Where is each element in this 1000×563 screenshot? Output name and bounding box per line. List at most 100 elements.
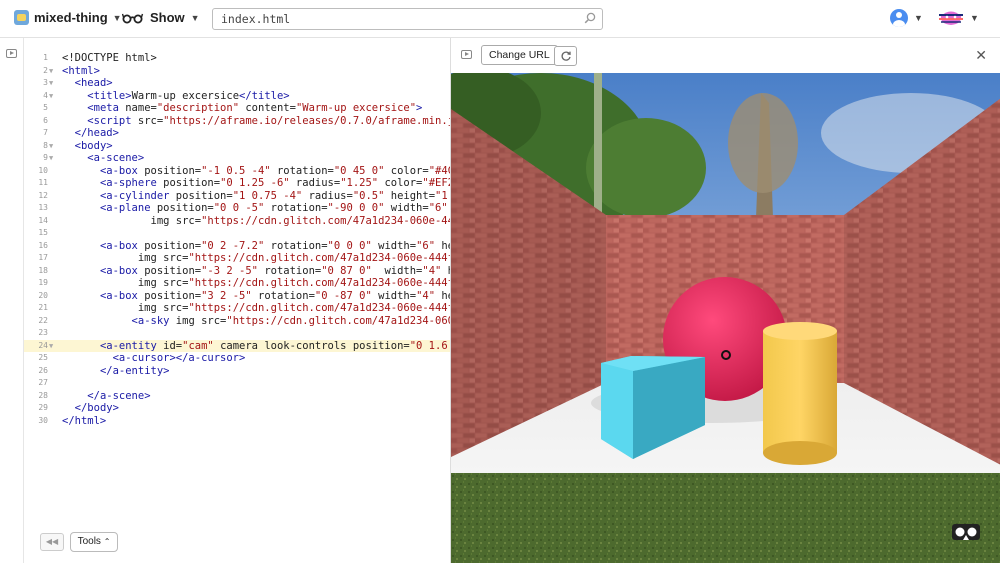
code-token: <a-cylinder bbox=[99, 189, 170, 202]
line-number: 1 bbox=[43, 53, 48, 62]
code-token: "4" bbox=[422, 264, 442, 277]
code-line[interactable]: 25 <a-cursor></a-cursor> bbox=[24, 352, 450, 365]
code-text: </body> bbox=[62, 402, 119, 415]
code-token: <a-entity bbox=[99, 339, 157, 352]
panel-toggle-icon[interactable] bbox=[6, 49, 17, 58]
code-line[interactable]: 26 </a-entity> bbox=[24, 365, 450, 378]
code-token: rotation= bbox=[264, 239, 328, 252]
code-text: <a-entity id="cam" camera look-controls … bbox=[62, 340, 450, 353]
code-text: <a-scene> bbox=[62, 152, 144, 165]
panel-toggle-icon[interactable] bbox=[461, 50, 472, 59]
code-token: <html> bbox=[62, 64, 100, 77]
code-line[interactable]: 6 <script src="https://aframe.io/release… bbox=[24, 115, 450, 128]
tools-button[interactable]: Tools ⌃ bbox=[70, 532, 118, 552]
line-number: 6 bbox=[43, 115, 48, 125]
scene-render bbox=[451, 73, 1000, 563]
close-icon[interactable]: ✕ bbox=[975, 47, 987, 64]
code-token: "0 2 -7.2" bbox=[201, 239, 265, 252]
fold-arrow-icon[interactable]: ▼ bbox=[49, 90, 53, 103]
code-line[interactable]: 10 <a-box position="-1 0.5 -4" rotation=… bbox=[24, 165, 450, 178]
code-token: <script bbox=[87, 114, 132, 127]
code-line[interactable]: 27 bbox=[24, 377, 450, 390]
chevron-up-icon: ⌃ bbox=[103, 537, 111, 546]
code-token: "0 1.25 -6" bbox=[220, 177, 290, 189]
code-line[interactable]: 20 <a-box position="3 2 -5" rotation="0 … bbox=[24, 290, 450, 303]
fold-arrow-icon[interactable]: ▼ bbox=[49, 152, 53, 165]
code-line[interactable]: 3 ▼ <head> bbox=[24, 77, 450, 90]
code-token: img src= bbox=[169, 314, 227, 327]
code-line[interactable]: 24 ▼ <a-entity id="cam" camera look-contr… bbox=[24, 339, 450, 353]
code-line[interactable]: 21 img src="https://cdn.glitch.com/47a1d… bbox=[24, 302, 450, 315]
code-token: </a-scene> bbox=[87, 389, 151, 402]
code-token: "1 0.75 -4" bbox=[232, 189, 303, 202]
code-token: <a-plane bbox=[99, 202, 151, 214]
show-label: Show bbox=[150, 10, 185, 25]
code-line[interactable]: 14 img src="https://cdn.glitch.com/47a1d… bbox=[24, 215, 450, 228]
aframe-scene-view[interactable] bbox=[451, 73, 1000, 563]
code-text: img src="https://cdn.glitch.com/47a1d234… bbox=[62, 252, 450, 265]
user-menu[interactable]: ▼ bbox=[890, 9, 923, 27]
code-token: "6" bbox=[428, 202, 448, 214]
code-line[interactable]: 1 <!DOCTYPE html> bbox=[24, 52, 450, 65]
fold-arrow-icon[interactable]: ▼ bbox=[49, 140, 53, 153]
line-number: 4 bbox=[43, 90, 48, 100]
line-number: 13 bbox=[38, 203, 48, 212]
file-search-value: index.html bbox=[221, 12, 291, 26]
code-line[interactable]: 17 img src="https://cdn.glitch.com/47a1d… bbox=[24, 252, 450, 265]
preview-pane: Change URL ✕ bbox=[450, 38, 1000, 563]
code-token: "https://aframe.io/releases/0.7.0/aframe… bbox=[163, 114, 450, 127]
code-token: img src= bbox=[62, 277, 189, 289]
code-line[interactable]: 7 </head> bbox=[24, 127, 450, 140]
code-token: "0 0 -5" bbox=[213, 202, 265, 214]
line-number: 16 bbox=[38, 240, 48, 250]
project-name: mixed-thing bbox=[34, 10, 108, 25]
code-token: <a-sky bbox=[131, 314, 170, 327]
code-line[interactable]: 13 <a-plane position="0 0 -5" rotation="… bbox=[24, 202, 450, 215]
code-token: "cam" bbox=[182, 339, 214, 352]
code-text: <html> bbox=[62, 65, 100, 78]
change-url-button[interactable]: Change URL bbox=[481, 45, 558, 65]
vr-mode-button[interactable] bbox=[951, 521, 981, 543]
code-line[interactable]: 18 <a-box position="-3 2 -5" rotation="0… bbox=[24, 265, 450, 278]
code-line[interactable]: 9 ▼ <a-scene> bbox=[24, 152, 450, 165]
file-search-input[interactable]: index.html bbox=[212, 8, 603, 30]
refresh-button[interactable] bbox=[554, 46, 577, 66]
line-number: 11 bbox=[38, 178, 48, 187]
code-line[interactable]: 19 img src="https://cdn.glitch.com/47a1d… bbox=[24, 277, 450, 290]
code-line[interactable]: 29 </body> bbox=[24, 402, 450, 415]
fold-arrow-icon[interactable]: ▼ bbox=[49, 340, 53, 353]
code-token: <!DOCTYPE html> bbox=[62, 52, 157, 64]
code-line[interactable]: 30 </html> bbox=[24, 415, 450, 428]
fold-arrow-icon[interactable]: ▼ bbox=[49, 77, 53, 90]
code-line[interactable]: 2 ▼ <html> bbox=[24, 65, 450, 78]
code-line[interactable]: 16 <a-box position="0 2 -7.2" rotation="… bbox=[24, 240, 450, 253]
line-number: 25 bbox=[38, 353, 48, 362]
code-line[interactable]: 23 bbox=[24, 327, 450, 340]
code-token: position= bbox=[150, 202, 214, 214]
code-token: img src= bbox=[62, 214, 202, 227]
code-token: "0 1.6 0" bbox=[409, 339, 448, 352]
code-token: </a-entity> bbox=[99, 364, 170, 377]
line-number: 18 bbox=[38, 265, 48, 275]
code-line[interactable]: 11 <a-sphere position="0 1.25 -6" radius… bbox=[24, 177, 450, 190]
code-line[interactable]: 12 <a-cylinder position="1 0.75 -4" radi… bbox=[24, 190, 450, 203]
code-line[interactable]: 22 <a-sky img src="https://cdn.glitch.co… bbox=[24, 315, 450, 328]
code-line[interactable]: 15 bbox=[24, 227, 450, 240]
code-line[interactable]: 4 ▼ <title>Warm-up excersice</title> bbox=[24, 90, 450, 103]
project-menu[interactable]: mixed-thing ▼ bbox=[14, 10, 122, 25]
code-line[interactable]: 8 ▼ <body> bbox=[24, 140, 450, 153]
code-text: </html> bbox=[62, 415, 106, 428]
rewind-button[interactable]: ◀◀ bbox=[40, 533, 64, 551]
code-text: <meta name="description" content="Warm-u… bbox=[62, 102, 422, 115]
code-line[interactable]: 5 <meta name="description" content="Warm… bbox=[24, 102, 450, 115]
code-editor[interactable]: 1 <!DOCTYPE html> 2 ▼ <html> 3 ▼ <head> 4 ▼ <tit… bbox=[24, 38, 450, 563]
show-menu[interactable]: Show ▼ bbox=[122, 10, 200, 25]
code-line[interactable]: 28 </a-scene> bbox=[24, 390, 450, 403]
fold-arrow-icon[interactable]: ▼ bbox=[49, 65, 53, 78]
code-token: id= bbox=[156, 339, 183, 352]
glitch-logo-menu[interactable]: ▼ bbox=[938, 8, 979, 28]
line-number: 22 bbox=[38, 315, 48, 325]
code-token: </head> bbox=[74, 127, 119, 139]
code-token: <a-scene> bbox=[87, 152, 145, 164]
